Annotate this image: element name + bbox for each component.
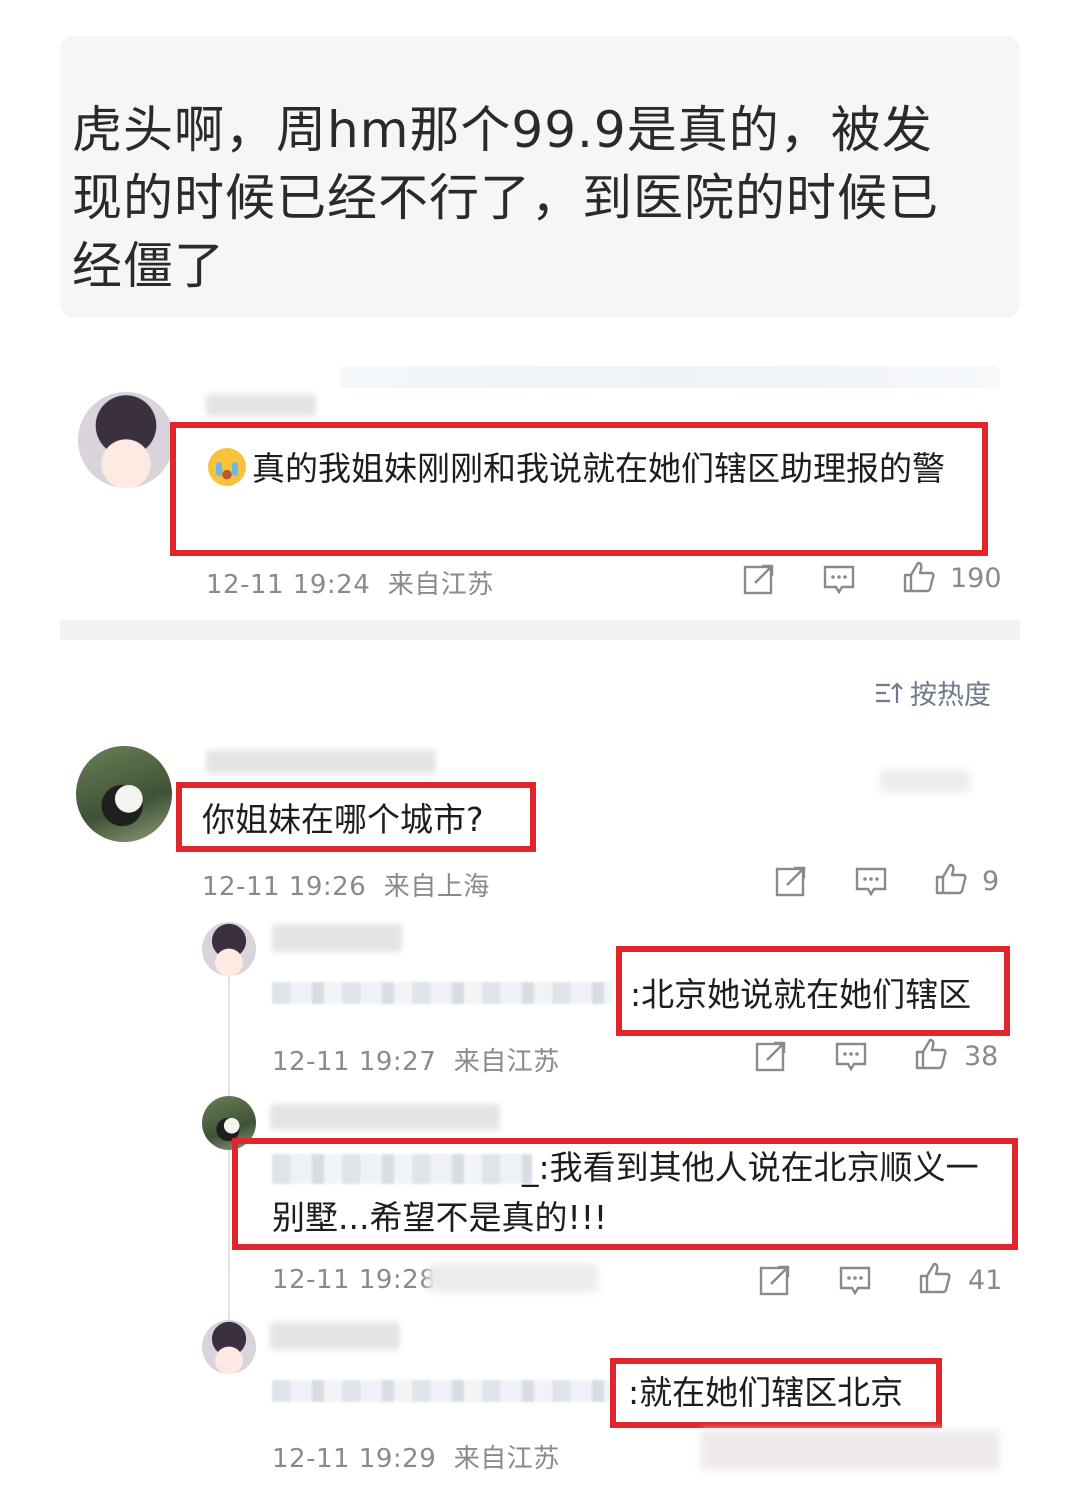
sort-toggle[interactable]: 按热度 bbox=[874, 673, 991, 712]
share-icon[interactable] bbox=[742, 562, 776, 596]
faint-tag bbox=[880, 770, 970, 792]
comment-location: 来自上海 bbox=[383, 872, 490, 902]
avatar[interactable] bbox=[78, 392, 174, 488]
comment-meta: 12-11 19:24 来自江苏 bbox=[206, 564, 494, 601]
avatar[interactable] bbox=[202, 922, 256, 976]
comment-time: 12-11 19:24 bbox=[206, 570, 371, 600]
quoted-post-text: 虎头啊，周hm那个99.9是真的，被发现的时候已经不行了，到医院的时候已经僵了 bbox=[72, 101, 939, 295]
like-icon[interactable] bbox=[918, 1261, 952, 1295]
comment-location: 来自江苏 bbox=[387, 570, 494, 600]
comment-location: 来自江苏 bbox=[453, 1444, 560, 1474]
comment-meta: 12-11 19:26 来自上海 bbox=[202, 866, 490, 903]
like-count: 190 bbox=[950, 563, 1002, 594]
username-redacted bbox=[206, 394, 316, 416]
like-icon[interactable] bbox=[902, 560, 936, 594]
comment-time: 12-11 19:27 bbox=[272, 1047, 437, 1077]
section-divider bbox=[60, 620, 1020, 640]
sort-icon bbox=[874, 681, 904, 712]
avatar[interactable] bbox=[76, 746, 172, 842]
username-redacted bbox=[270, 1322, 400, 1350]
reply-target-redacted bbox=[272, 982, 612, 1004]
comment-icon[interactable] bbox=[834, 1039, 868, 1073]
faint-watermark bbox=[700, 1430, 1000, 1470]
reply-target-redacted bbox=[272, 1380, 612, 1402]
comment-icon[interactable] bbox=[838, 1263, 872, 1297]
username-redacted bbox=[206, 750, 436, 774]
comment-text: 真的我姐妹刚刚和我说就在她们辖区助理报的警 bbox=[208, 444, 978, 494]
share-icon[interactable] bbox=[774, 864, 808, 898]
avatar[interactable] bbox=[202, 1320, 256, 1374]
crying-face-icon bbox=[208, 448, 246, 486]
comment-text: :北京她说就在她们辖区 bbox=[630, 975, 972, 1014]
comment-icon[interactable] bbox=[822, 562, 856, 596]
comment-time: 12-11 19:26 bbox=[202, 872, 367, 902]
comment-body: 真的我姐妹刚刚和我说就在她们辖区助理报的警 bbox=[252, 449, 945, 488]
comment-text: :就在她们辖区北京 bbox=[628, 1373, 904, 1412]
like-count: 9 bbox=[982, 866, 1000, 897]
share-icon[interactable] bbox=[758, 1263, 792, 1297]
comment-time: 12-11 19:29 bbox=[272, 1444, 437, 1474]
comment-time: 12-11 19:28 bbox=[272, 1265, 437, 1295]
like-icon[interactable] bbox=[934, 862, 968, 896]
like-icon[interactable] bbox=[914, 1037, 948, 1071]
comment-meta: 12-11 19:27 来自江苏 bbox=[272, 1041, 560, 1078]
comment-text: _:我看到其他人说在北京顺义一别墅...希望不是真的!!! bbox=[272, 1148, 979, 1237]
comment-icon[interactable] bbox=[854, 864, 888, 898]
faint-header-bar bbox=[340, 366, 1000, 388]
comment-meta: 12-11 19:29 来自江苏 bbox=[272, 1438, 560, 1475]
like-count: 38 bbox=[964, 1041, 999, 1072]
location-redacted bbox=[428, 1264, 598, 1292]
username-redacted bbox=[270, 1104, 500, 1130]
comment-text: 你姐妹在哪个城市? bbox=[202, 800, 484, 839]
username-redacted bbox=[272, 924, 402, 952]
sort-label: 按热度 bbox=[910, 680, 991, 711]
comment-location: 来自江苏 bbox=[453, 1047, 560, 1077]
like-count: 41 bbox=[968, 1265, 1003, 1296]
share-icon[interactable] bbox=[754, 1039, 788, 1073]
comment-meta: 12-11 19:28 bbox=[272, 1265, 436, 1295]
